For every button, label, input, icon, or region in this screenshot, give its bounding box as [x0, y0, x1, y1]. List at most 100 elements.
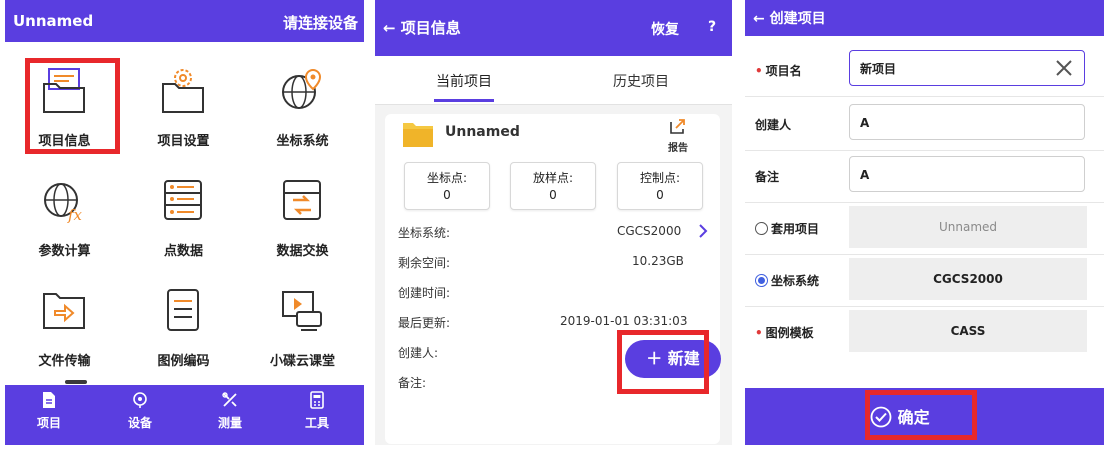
tile-cloud-class[interactable]: 小碟云课堂 — [243, 272, 362, 380]
report-button[interactable]: 报告 — [668, 117, 688, 154]
help-button[interactable]: ? — [708, 19, 716, 35]
connect-device-button[interactable]: 请连接设备 — [283, 12, 358, 33]
project-name: Unnamed — [445, 124, 520, 140]
tab-bar: 当前项目 历史项目 — [375, 56, 732, 105]
top-bar: ← 创建项目 — [745, 0, 1104, 36]
globe-pin-icon — [282, 68, 322, 109]
field-apply-project: 套用项目 Unnamed — [745, 202, 1104, 255]
stat-coordinate-points: 坐标点: 0 — [404, 162, 490, 210]
back-button[interactable]: ← 创建项目 — [753, 8, 826, 28]
tile-parameter-calc[interactable]: fx 参数计算 — [5, 162, 124, 270]
tile-label: 文件传输 — [38, 354, 91, 369]
report-label: 报告 — [668, 143, 688, 154]
data-list-icon — [164, 180, 202, 220]
legend-template-select[interactable]: CASS — [849, 310, 1087, 352]
tools-icon — [310, 391, 324, 409]
field-project-name: • 项目名 新项目 — [745, 44, 1104, 97]
tile-label: 坐标系统 — [276, 134, 329, 149]
tile-legend-code[interactable]: 图例编码 — [124, 272, 243, 380]
required-mark: • — [755, 64, 763, 78]
nav-survey[interactable]: 测量 — [190, 391, 270, 431]
created-time-label: 创建时间: — [398, 286, 451, 300]
folder-gear-icon — [162, 69, 204, 113]
chevron-right-icon[interactable] — [698, 224, 708, 238]
highlight-box-project-info — [25, 58, 120, 154]
clear-icon[interactable] — [1054, 58, 1074, 78]
tile-label: 参数计算 — [38, 244, 91, 259]
stat-label: 放样点: — [532, 171, 574, 185]
free-space-label: 剩余空间: — [398, 256, 451, 270]
apply-project-radio[interactable]: 套用项目 — [755, 220, 819, 237]
radio-checked — [755, 274, 768, 287]
globe-fx-icon: fx — [44, 183, 83, 224]
tile-label: 项目设置 — [157, 134, 210, 149]
coord-system-select[interactable]: CGCS2000 — [849, 258, 1087, 300]
restore-button[interactable]: 恢复 — [651, 19, 679, 39]
nav-tools[interactable]: 工具 — [277, 391, 357, 431]
active-tab-indicator — [434, 99, 494, 102]
field-label: 创建人 — [755, 118, 792, 132]
tile-coordinate-system[interactable]: 坐标系统 — [243, 52, 362, 160]
required-mark: • — [755, 326, 763, 340]
device-icon — [133, 392, 147, 408]
stat-value: 0 — [443, 188, 451, 202]
free-space-value: 10.23GB — [632, 254, 684, 268]
svg-text:fx: fx — [67, 206, 83, 224]
field-legend-template: • 图例模板 CASS — [745, 306, 1104, 358]
creator-label: 创建人: — [398, 346, 439, 360]
bottom-nav: 项目 设备 测量 工具 — [5, 385, 364, 445]
stat-value: 0 — [656, 188, 664, 202]
field-label-text: 套用项目 — [771, 222, 820, 236]
nav-label: 项目 — [36, 416, 61, 430]
tab-history-project[interactable]: 历史项目 — [613, 71, 669, 91]
create-project-screen: ← 创建项目 • 项目名 新项目 创建人 A 备注 A 套用项目 Unnamed … — [745, 0, 1104, 445]
note-input[interactable]: A — [849, 156, 1085, 192]
tab-current-project[interactable]: 当前项目 — [436, 71, 492, 91]
coord-system-label: 坐标系统: — [398, 226, 451, 240]
project-name-input[interactable]: 新项目 — [849, 50, 1085, 86]
folder-icon — [403, 123, 433, 147]
video-class-icon — [282, 291, 322, 331]
highlight-box-confirm — [865, 390, 977, 440]
tile-label: 图例编码 — [157, 354, 210, 369]
project-card: Unnamed 报告 坐标点: 0 放样点: 0 控制点: 0 坐标系统: CG… — [385, 114, 721, 444]
nav-label: 工具 — [304, 416, 329, 430]
tile-label: 点数据 — [163, 244, 203, 259]
stat-label: 坐标点: — [426, 171, 468, 185]
tile-data-exchange[interactable]: 数据交换 — [243, 162, 362, 270]
scroll-handle — [65, 380, 87, 384]
top-bar: Unnamed 请连接设备 — [5, 0, 364, 42]
tile-label: 小碟云课堂 — [269, 354, 335, 369]
field-creator: 创建人 A — [745, 98, 1104, 151]
coord-system-radio[interactable]: 坐标系统 — [755, 272, 819, 289]
app-title: Unnamed — [13, 12, 94, 30]
stat-label: 控制点: — [639, 171, 681, 185]
stat-stakeout-points: 放样点: 0 — [510, 162, 596, 210]
nav-device[interactable]: 设备 — [100, 391, 180, 431]
folder-transfer-icon — [43, 293, 85, 329]
tile-label: 数据交换 — [276, 244, 329, 259]
highlight-box-new-button — [617, 330, 709, 394]
project-name-value: 新项目 — [860, 62, 897, 76]
apply-project-select[interactable]: Unnamed — [849, 206, 1087, 248]
radio-unchecked — [755, 222, 768, 235]
last-updated-value: 2019-01-01 03:31:03 — [560, 314, 688, 328]
document-icon — [167, 289, 199, 331]
stat-value: 0 — [549, 188, 557, 202]
tile-project-settings[interactable]: 项目设置 — [124, 52, 243, 160]
coord-system-value[interactable]: CGCS2000 — [617, 224, 681, 238]
project-info-screen: ← 项目信息 恢复 ? 当前项目 历史项目 Unnamed 报告 坐标点: 0 … — [375, 0, 732, 445]
back-button[interactable]: ← 项目信息 — [383, 17, 461, 38]
stat-control-points: 控制点: 0 — [617, 162, 703, 210]
field-label: • 图例模板 — [755, 324, 814, 341]
nav-label: 设备 — [127, 416, 152, 430]
field-label: • 项目名 — [755, 62, 802, 79]
tile-point-data[interactable]: 点数据 — [124, 162, 243, 270]
creator-input[interactable]: A — [849, 104, 1085, 140]
top-bar: ← 项目信息 恢复 ? — [375, 0, 732, 56]
field-note: 备注 A — [745, 150, 1104, 203]
nav-project[interactable]: 项目 — [9, 391, 89, 431]
note-label: 备注: — [398, 376, 427, 390]
field-label-text: 坐标系统 — [771, 274, 820, 288]
tile-file-transfer[interactable]: 文件传输 — [5, 272, 124, 380]
